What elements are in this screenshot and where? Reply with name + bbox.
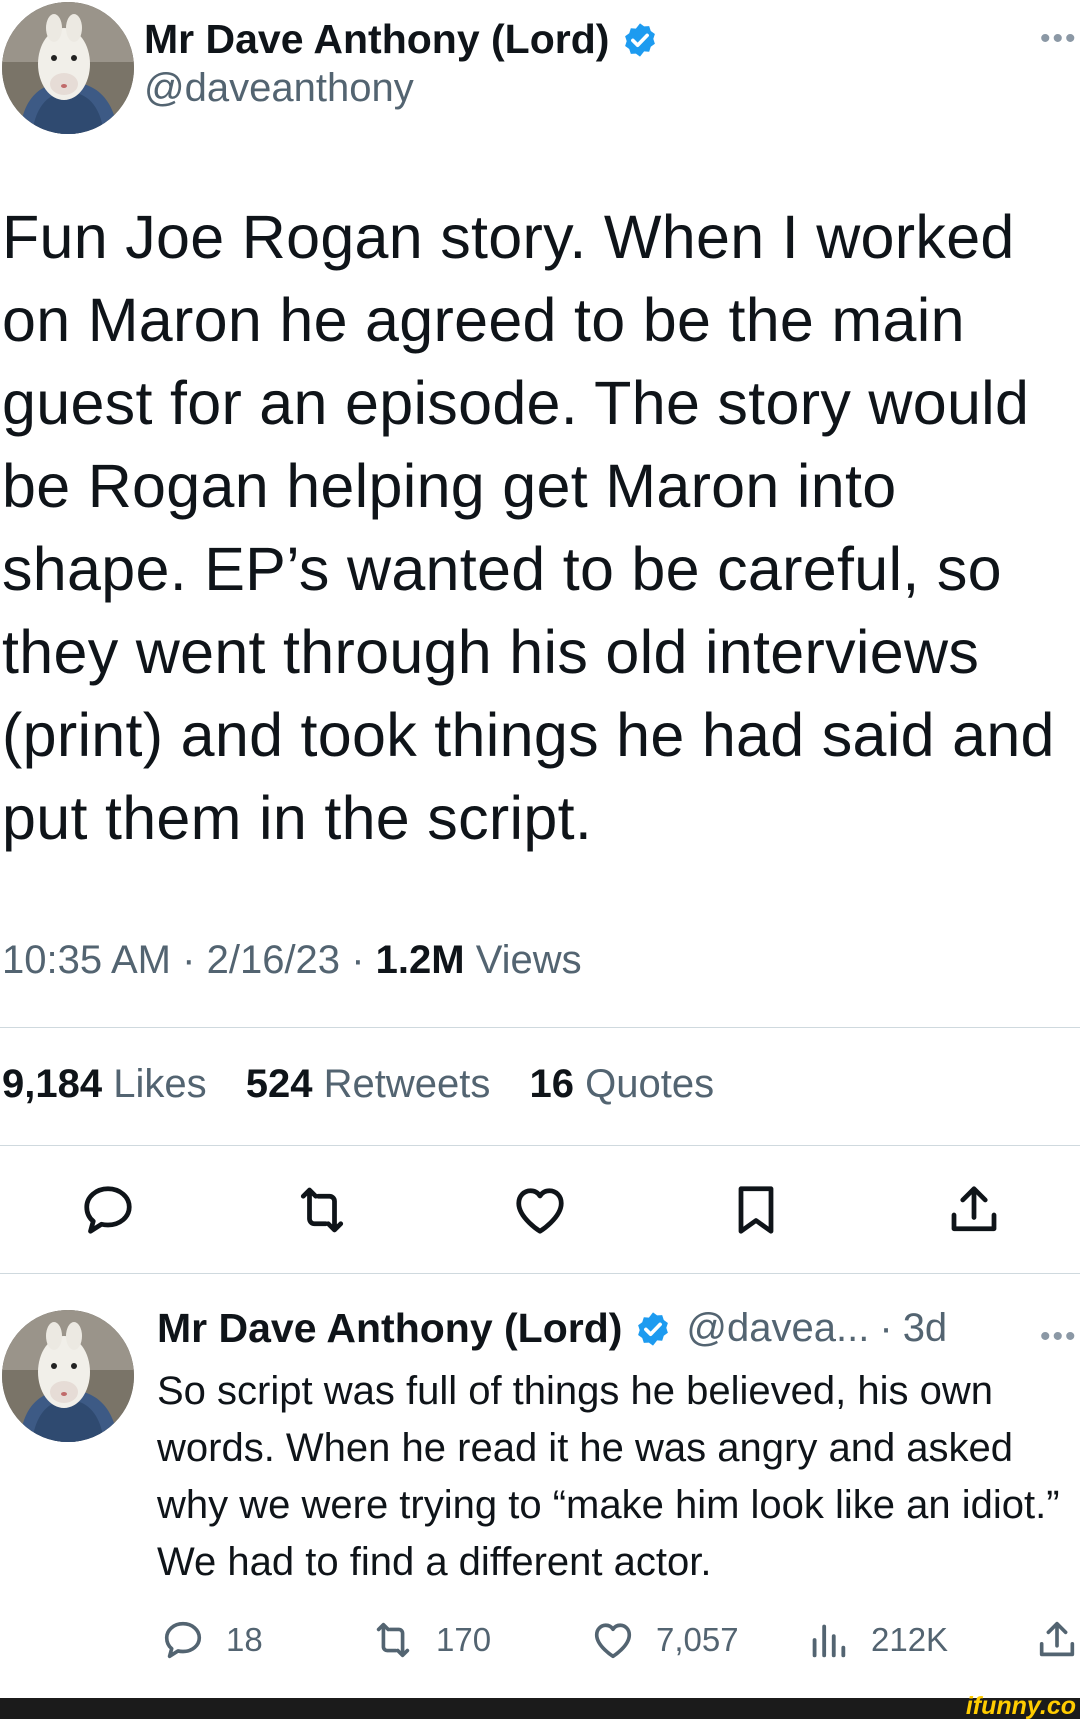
share-button[interactable] [944, 1180, 1004, 1240]
bookmark-button[interactable] [726, 1180, 786, 1240]
tweet-meta: 10:35 AM · 2/16/23 · 1.2M Views [2, 938, 582, 983]
speech-bubble-icon [164, 1621, 202, 1659]
reply-views-button[interactable]: 212K [805, 1615, 948, 1665]
reply-button[interactable] [78, 1180, 138, 1240]
more-options-icon[interactable]: ••• [1040, 24, 1078, 54]
heart-icon [594, 1623, 632, 1659]
meta-separator: · [351, 938, 365, 982]
quotes-stat[interactable]: 16 Quotes [530, 1062, 715, 1106]
reply-count: 18 [226, 1621, 263, 1658]
retweet-button[interactable] [292, 1180, 352, 1240]
tweet-date[interactable]: 2/16/23 [207, 938, 340, 982]
retweets-count: 524 [245, 1062, 313, 1106]
reply-share-button[interactable] [1034, 1615, 1080, 1665]
views-label: Views [475, 938, 582, 982]
like-count: 7,057 [656, 1621, 739, 1658]
quotes-label: Quotes [585, 1062, 715, 1106]
author-name-row: Mr Dave Anthony (Lord) [144, 16, 659, 63]
speech-bubble-icon [84, 1186, 132, 1234]
tweet-time[interactable]: 10:35 AM [2, 938, 171, 982]
view-count: 212K [871, 1621, 949, 1658]
quotes-count: 16 [529, 1062, 575, 1106]
likes-stat[interactable]: 9,184 Likes [2, 1062, 207, 1106]
heart-icon [516, 1188, 564, 1234]
retweet-count: 170 [436, 1621, 492, 1658]
retweets-stat[interactable]: 524 Retweets [246, 1062, 491, 1106]
retweet-arrows-icon [376, 1622, 410, 1658]
share-upload-icon [1039, 1621, 1075, 1657]
verified-badge-icon [634, 1310, 672, 1348]
reply-author-row: Mr Dave Anthony (Lord) @davea... · 3d [157, 1305, 947, 1352]
author-handle[interactable]: @daveanthony [144, 66, 414, 111]
like-button[interactable] [510, 1180, 570, 1240]
retweets-label: Retweets [323, 1062, 491, 1106]
divider [0, 1027, 1080, 1028]
share-upload-icon [951, 1186, 997, 1232]
engagement-stats: 9,184 Likes 524 Retweets 16 Quotes [2, 1062, 742, 1107]
footer-bar [0, 1698, 1080, 1719]
reply-separator: · [879, 1306, 893, 1350]
reply-author-name[interactable]: Mr Dave Anthony (Lord) [157, 1305, 622, 1352]
reply-retweet-button[interactable]: 170 [370, 1615, 491, 1665]
reply-author-avatar[interactable] [2, 1310, 134, 1442]
meta-separator: · [182, 938, 196, 982]
tweet-text: Fun Joe Rogan story. When I worked on Ma… [2, 203, 1055, 852]
reply-more-options-icon[interactable]: ••• [1040, 1322, 1078, 1352]
watermark: ifunny.co [965, 1692, 1076, 1720]
reply-text: So script was full of things he believed… [157, 1369, 1060, 1584]
retweet-arrows-icon [300, 1187, 344, 1233]
reply-like-button[interactable]: 7,057 [590, 1615, 739, 1665]
reply-reply-button[interactable]: 18 [160, 1615, 263, 1665]
reply-handle[interactable]: @davea... [686, 1306, 869, 1351]
bookmark-icon [738, 1186, 774, 1234]
likes-label: Likes [113, 1062, 207, 1106]
verified-badge-icon [621, 21, 659, 59]
divider [0, 1273, 1080, 1274]
author-avatar[interactable] [2, 2, 134, 134]
bar-chart-icon [812, 1624, 846, 1658]
divider [0, 1145, 1080, 1146]
reply-age[interactable]: 3d [903, 1306, 948, 1351]
views-count: 1.2M [375, 938, 465, 982]
likes-count: 9,184 [2, 1062, 103, 1106]
author-display-name[interactable]: Mr Dave Anthony (Lord) [144, 16, 609, 63]
